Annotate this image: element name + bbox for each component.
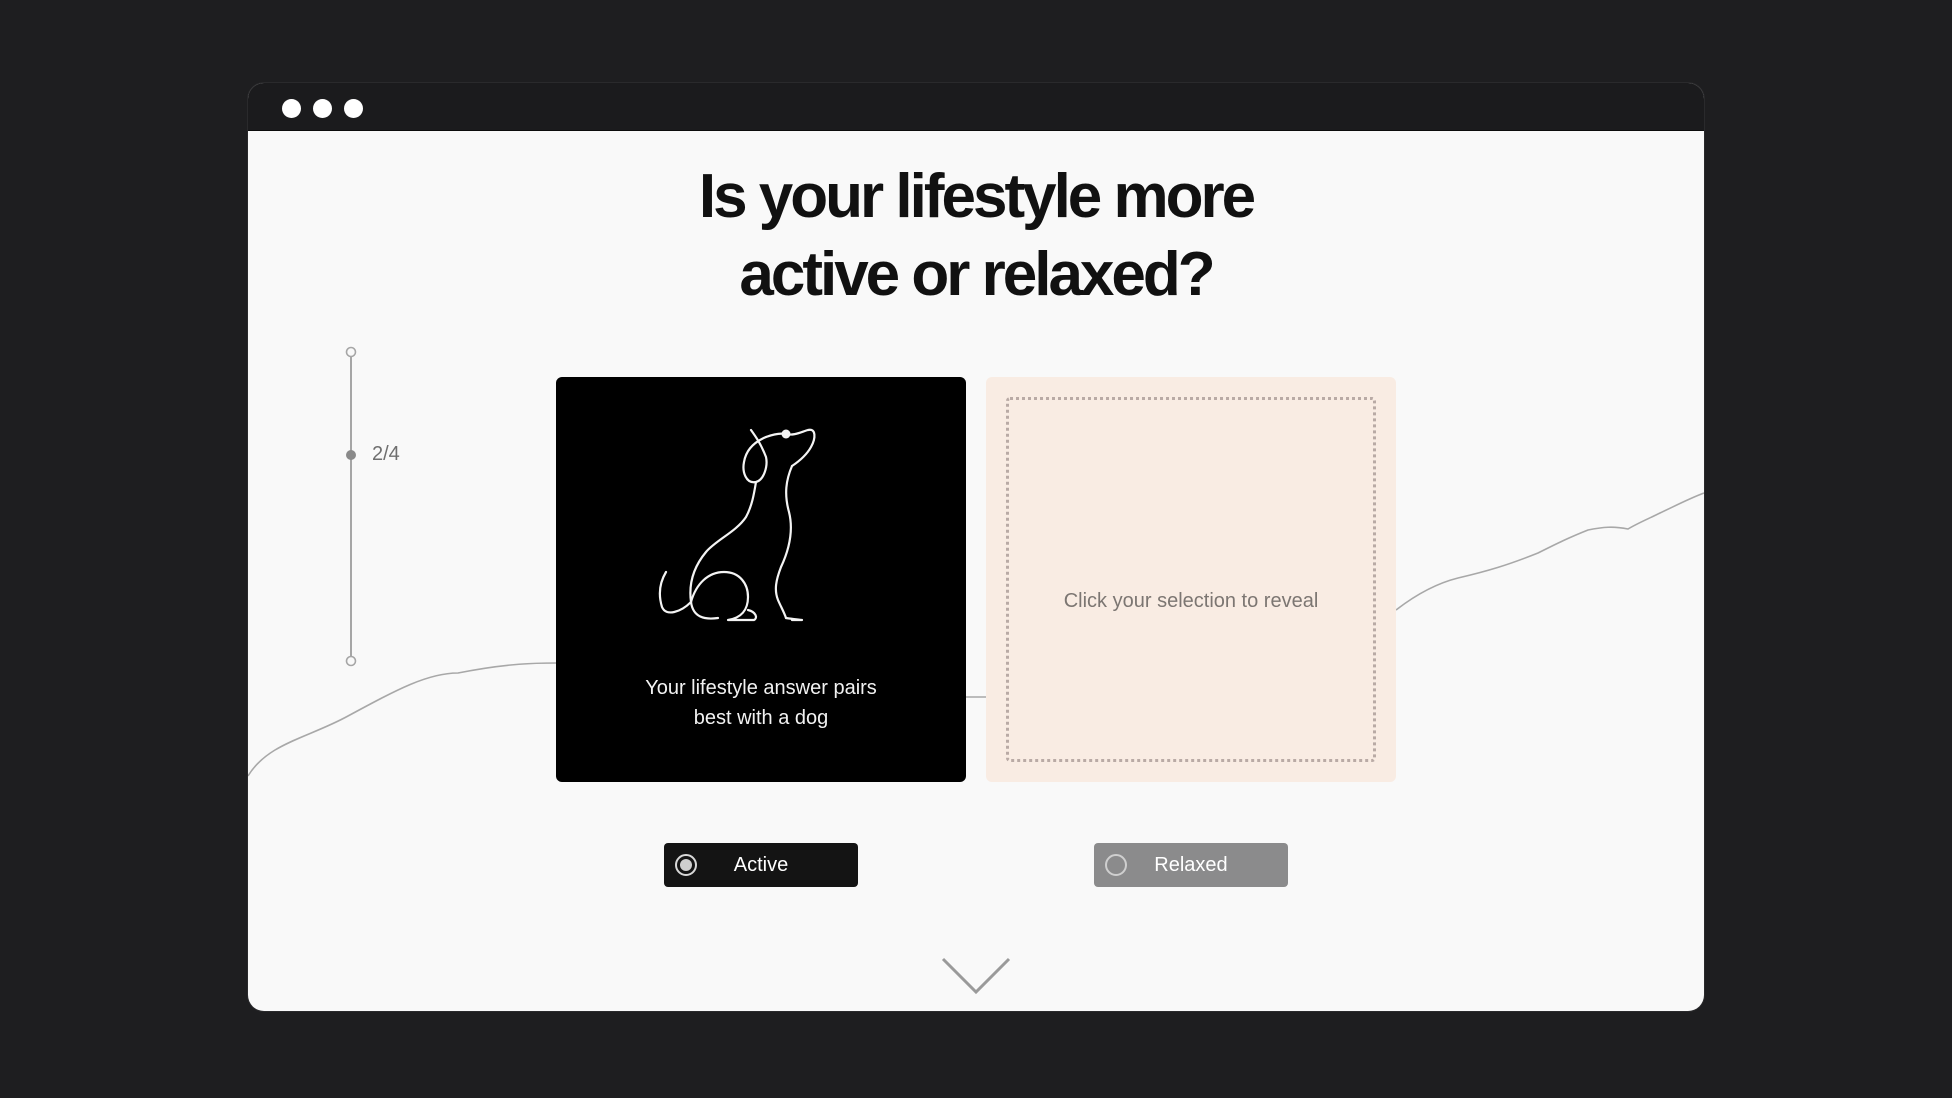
caption-line-2: best with a dog [693,707,829,729]
result-card-dog[interactable]: Your lifestyle answer pairs best with a … [556,377,966,782]
hidden-reveal-card[interactable]: Click your selection to reveal [986,377,1396,782]
caption-line-1: Your lifestyle answer pairs [645,677,877,699]
option-relaxed-button[interactable]: Relaxed [1094,843,1288,887]
reveal-prompt: Click your selection to reveal [1063,590,1319,612]
result-card-caption: Your lifestyle answer pairs best with a … [556,673,966,733]
question-line-2: active or relaxed? [739,240,1215,309]
option-relaxed-label: Relaxed [1154,854,1228,876]
reveal-dotted-frame: Click your selection to reveal [1006,397,1376,762]
dog-line-icon [658,428,816,622]
option-active-button[interactable]: Active [664,843,858,887]
progress-label: 2/4 [372,443,400,465]
option-active-label: Active [733,854,789,876]
chevron-down-icon[interactable] [941,956,1011,996]
question-line-1: Is your lifestyle more [698,162,1256,231]
browser-window: 2/4 Is your lifestyle more active or rel… [248,83,1704,1011]
question-heading: Is your lifestyle more active or relaxed… [248,158,1704,314]
